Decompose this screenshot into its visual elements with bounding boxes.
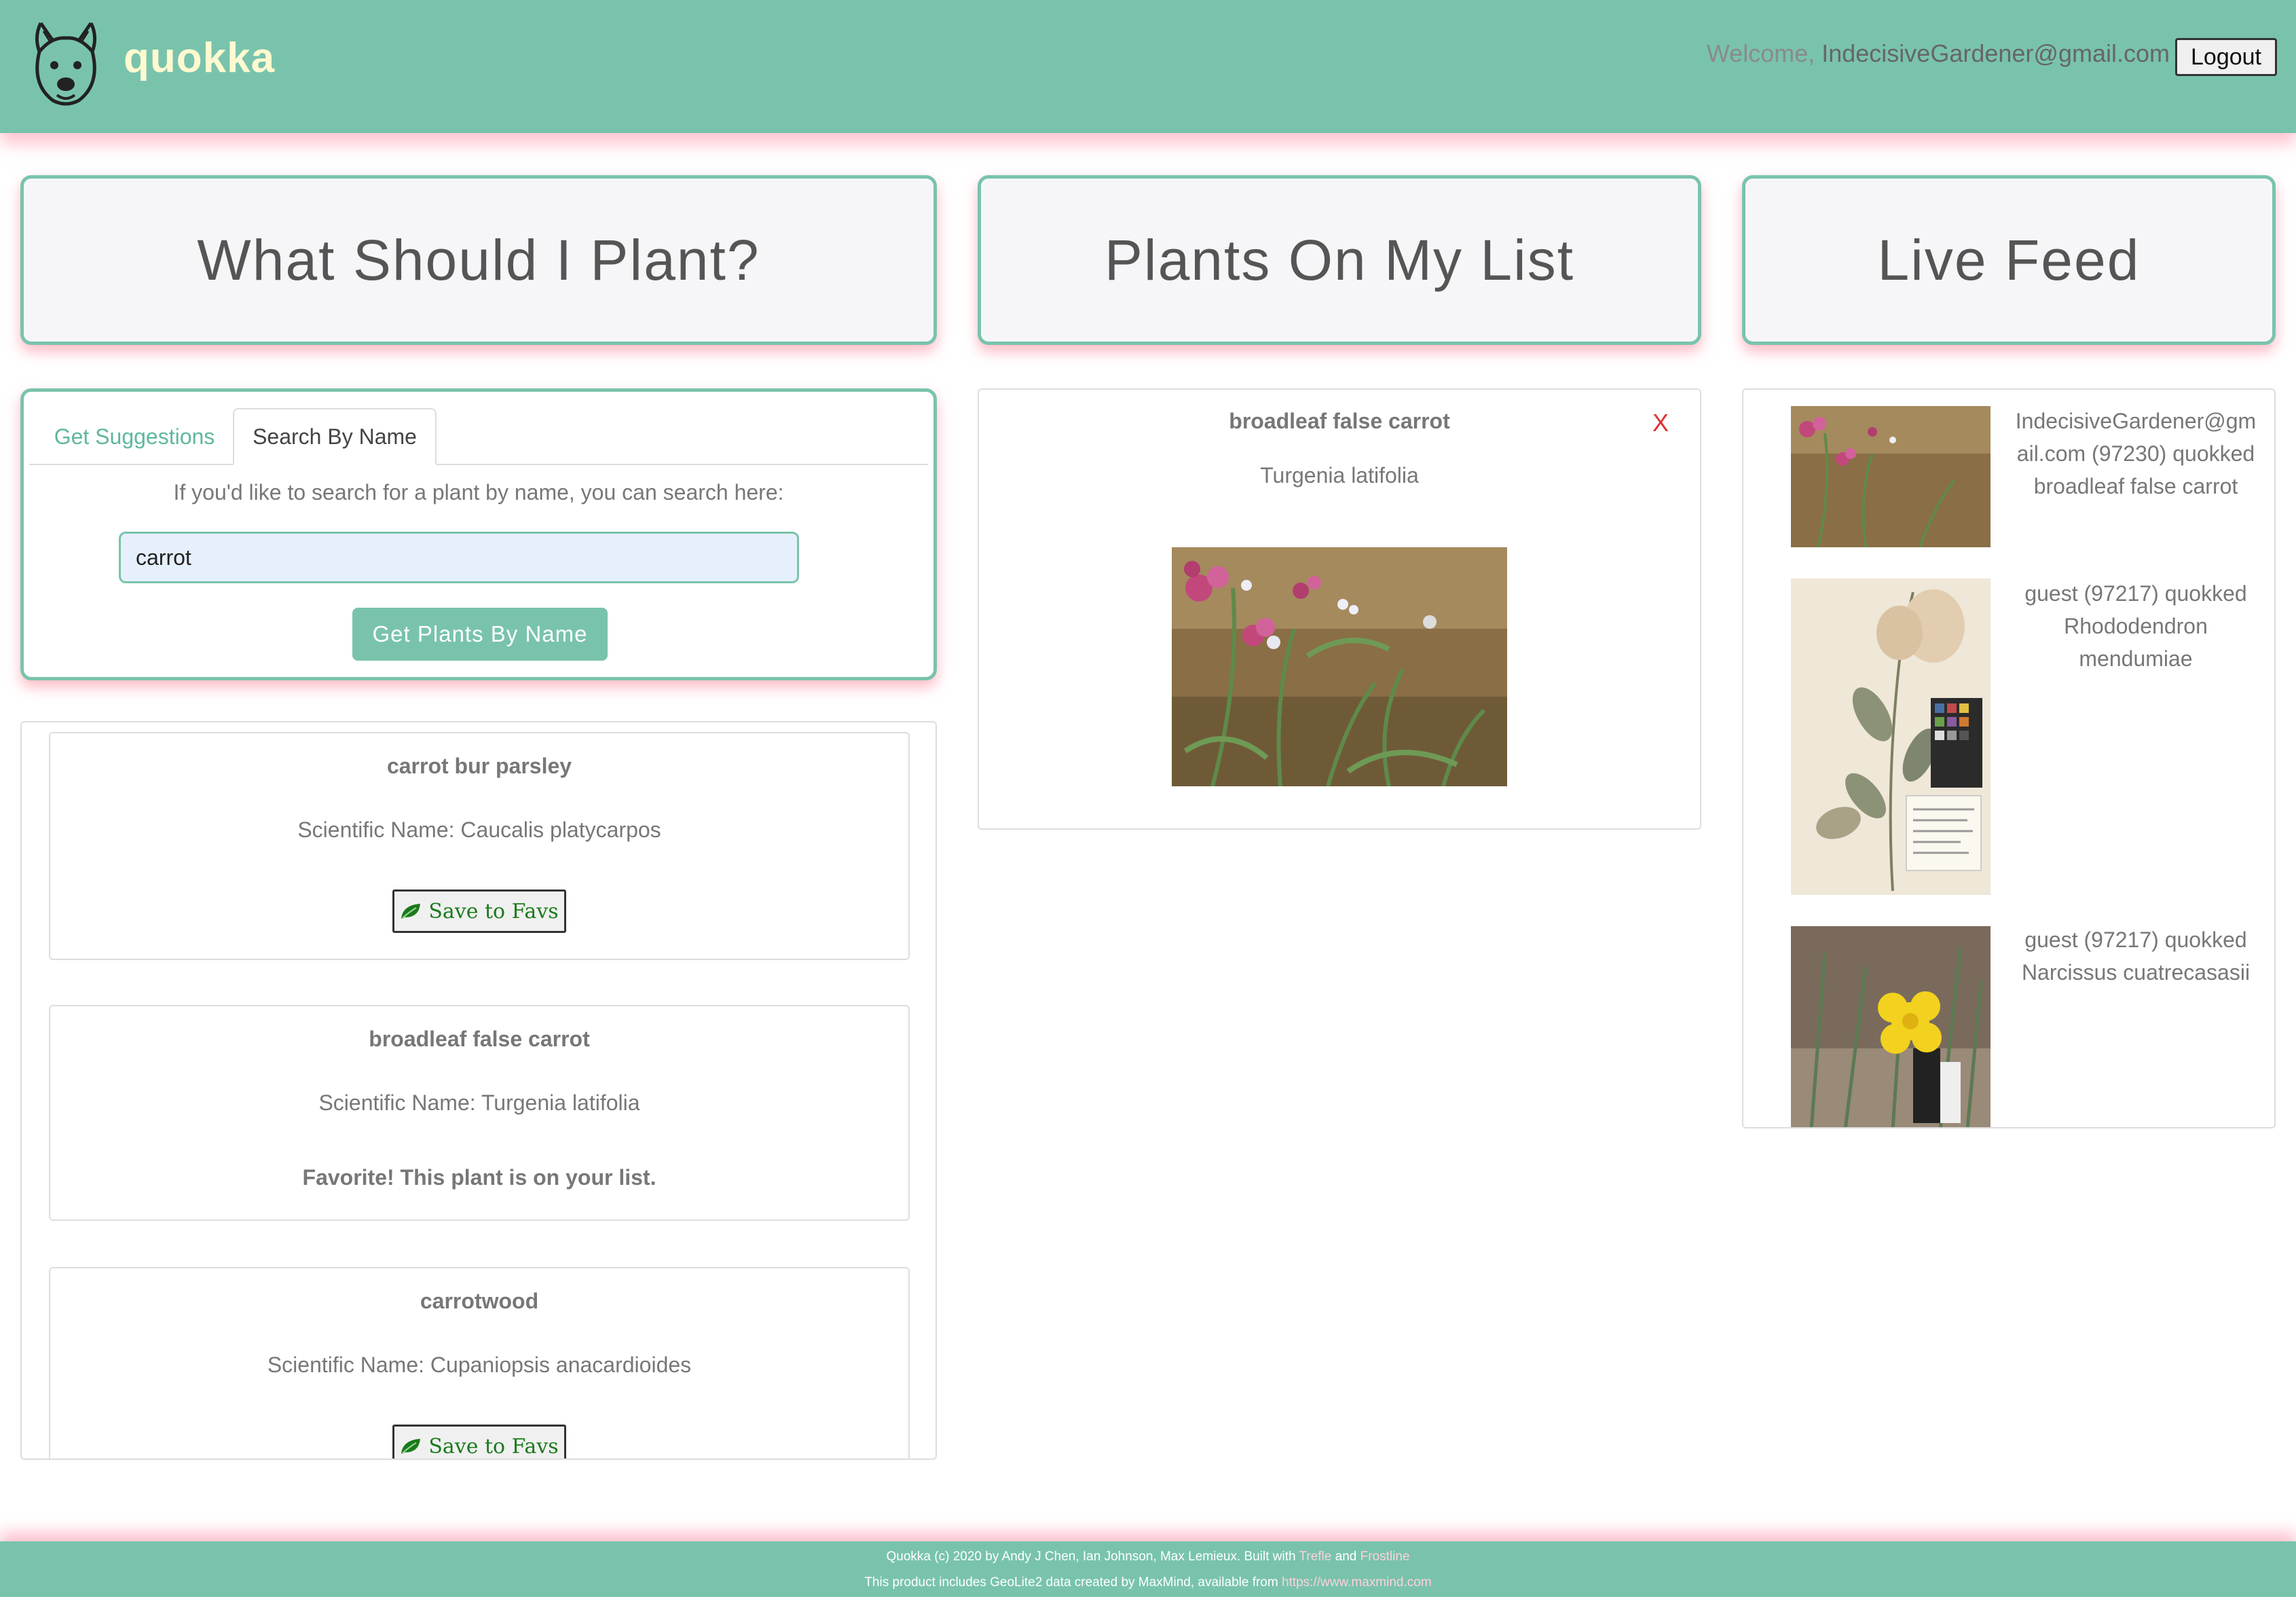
brand-name[interactable]: quokka [124,34,275,82]
live-feed-title: Live Feed [1742,175,2276,345]
footer-credits: Quokka (c) 2020 by Andy J Chen, Ian John… [0,1549,2296,1564]
search-results-list[interactable]: carrot bur parsley Scientific Name: Cauc… [20,721,937,1460]
quokka-logo-icon[interactable] [26,16,106,107]
feed-entry-text: guest (97217) quokked Narcissus cuatreca… [2021,928,2251,985]
get-plants-by-name-button[interactable]: Get Plants By Name [352,608,608,661]
feed-entry-text: guest (97217) quokked Rhododendron mendu… [2024,581,2247,671]
footer-and-text: and [1331,1549,1360,1564]
list-plant-common-name: broadleaf false carrot [1229,409,1450,433]
page-footer: Quokka (c) 2020 by Andy J Chen, Ian John… [0,1541,2296,1597]
user-email: IndecisiveGardener@gmail.com [1821,39,2170,67]
maxmind-link[interactable]: https://www.maxmind.com [1282,1575,1432,1590]
feed-photo-narcissus-cuatrecasasii [1791,926,1991,1127]
plant-name-search-input[interactable] [119,532,799,583]
footer-geolite: This product includes GeoLite2 data crea… [0,1575,2296,1590]
result-scientific-name: Scientific Name: Caucalis platycarpos [297,818,661,842]
footer-geolite-text: This product includes GeoLite2 data crea… [864,1575,1282,1590]
search-prompt: If you'd like to search for a plant by n… [173,480,784,504]
remove-plant-button[interactable]: X [1652,409,1669,437]
feed-photo-rhododendron-mendumiae [1791,579,1991,895]
result-card: carrotwood Scientific Name: Cupaniopsis … [49,1267,910,1458]
result-card: broadleaf false carrot Scientific Name: … [49,1005,910,1221]
welcome-text: Welcome, IndecisiveGardener@gmail.com [1707,39,2170,68]
result-common-name: carrot bur parsley [386,754,572,778]
save-to-favs-button[interactable]: Save to Favs [392,889,566,933]
leaf-icon [401,904,421,919]
plant-search-card: Get Suggestions Search By Name If you'd … [20,388,937,680]
feed-entry-text: IndecisiveGardener@gmail.com (97230) quo… [2015,409,2257,498]
welcome-prefix: Welcome, [1706,39,1822,67]
tab-get-suggestions[interactable]: Get Suggestions [50,408,219,465]
leaf-icon [401,1439,421,1454]
footer-credits-text: Quokka (c) 2020 by Andy J Chen, Ian John… [886,1549,1299,1564]
result-common-name: broadleaf false carrot [369,1027,590,1051]
my-list-card: broadleaf false carrot Turgenia latifoli… [978,388,1701,830]
save-to-favs-button[interactable]: Save to Favs [392,1425,566,1458]
search-tabs: Get Suggestions Search By Name [29,408,928,465]
save-to-favs-label: Save to Favs [428,899,559,923]
plant-photo-broadleaf-false-carrot [1172,547,1507,786]
live-feed-list[interactable]: IndecisiveGardener@gmail.com (97230) quo… [1742,388,2276,1128]
list-plant-scientific-name: Turgenia latifolia [1260,463,1419,488]
save-to-favs-label: Save to Favs [428,1434,559,1458]
feed-photo-broadleaf-false-carrot [1791,406,1991,547]
tab-search-by-name[interactable]: Search By Name [233,408,437,465]
result-card: carrot bur parsley Scientific Name: Cauc… [49,732,910,960]
result-common-name: carrotwood [420,1289,539,1313]
logout-button[interactable]: Logout [2175,38,2277,76]
plants-on-my-list-title: Plants On My List [978,175,1701,345]
result-scientific-name: Scientific Name: Turgenia latifolia [318,1090,640,1115]
frostline-link[interactable]: Frostline [1360,1549,1410,1564]
what-should-i-plant-title: What Should I Plant? [20,175,937,345]
favorite-status-message: Favorite! This plant is on your list. [302,1165,656,1190]
trefle-link[interactable]: Trefle [1299,1549,1331,1564]
top-navbar: quokka Welcome, IndecisiveGardener@gmail… [0,0,2296,133]
result-scientific-name: Scientific Name: Cupaniopsis anacardioid… [267,1353,692,1377]
